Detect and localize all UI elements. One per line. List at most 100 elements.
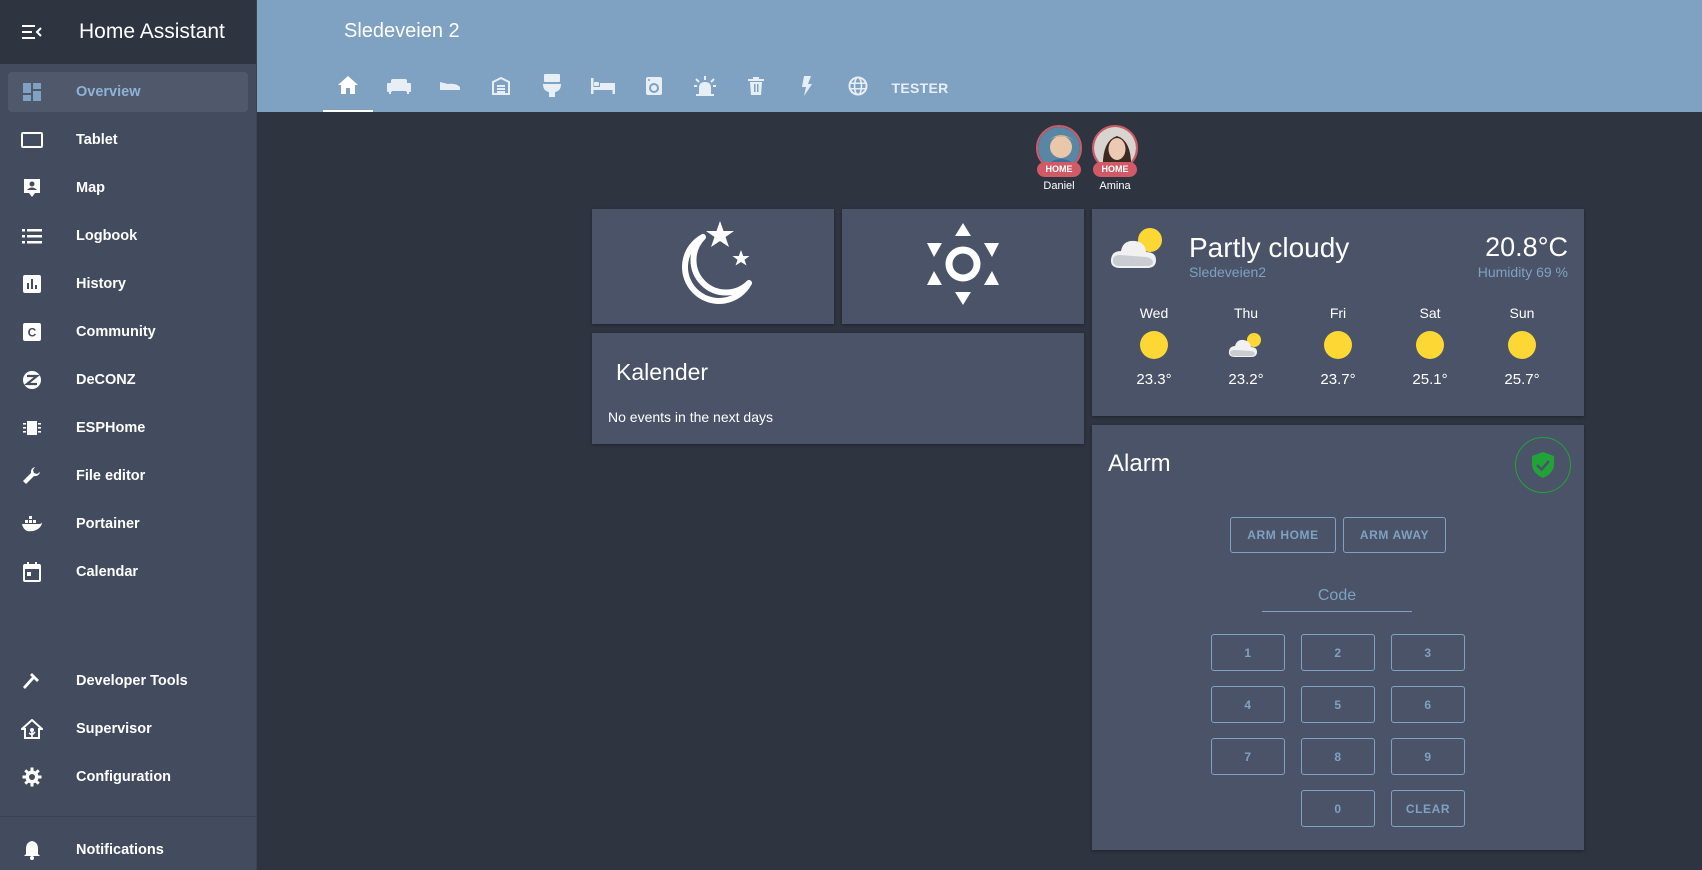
sidebar-item-community[interactable]: C Community [8, 312, 248, 352]
toilet-icon [542, 73, 562, 103]
sidebar-item-label: Map [76, 180, 105, 196]
docker-icon [8, 515, 56, 533]
tab-web[interactable] [833, 64, 883, 112]
sidebar-divider [0, 816, 256, 817]
status-badge: HOME [1037, 162, 1081, 177]
calendar-icon [8, 562, 56, 582]
shield-check-icon [1515, 437, 1571, 493]
keypad-key-7[interactable]: 7 [1211, 738, 1285, 775]
sidebar-item-supervisor[interactable]: Supervisor [8, 709, 248, 749]
keypad-key-1[interactable]: 1 [1211, 634, 1285, 671]
web-icon [848, 76, 868, 101]
keypad-key-5[interactable]: 5 [1301, 686, 1375, 723]
person-badge[interactable]: HOME Daniel [1034, 125, 1084, 192]
keypad-key-8[interactable]: 8 [1301, 738, 1375, 775]
alarm-panel-card: Alarm ARM HOME ARM AWAY Code 1 2 3 4 5 6… [1092, 425, 1584, 850]
tab-bed[interactable] [578, 64, 628, 112]
alpha-c-box-icon: C [8, 323, 56, 341]
keypad-key-2[interactable]: 2 [1301, 634, 1375, 671]
svg-text:C: C [28, 326, 37, 340]
sidebar-item-configuration[interactable]: Configuration [8, 757, 248, 797]
forecast-temp: 23.7° [1320, 371, 1356, 388]
menu-toggle-icon[interactable] [0, 0, 64, 64]
calendar-card: Kalender No events in the next days [592, 333, 1084, 444]
sunny-icon [1308, 327, 1368, 363]
sidebar-item-label: Calendar [76, 564, 139, 580]
keypad-key-6[interactable]: 6 [1391, 686, 1465, 723]
weather-night-icon [673, 221, 753, 312]
tab-shoe[interactable] [425, 64, 475, 112]
sidebar-item-file-editor[interactable]: File editor [8, 456, 248, 496]
sidebar-item-label: Developer Tools [76, 673, 188, 689]
sidebar-item-esphome[interactable]: ESPHome [8, 408, 248, 448]
format-list-bulleted-icon [8, 228, 56, 244]
sidebar: Home Assistant Overview Tablet Map Logbo… [0, 0, 257, 870]
forecast-day: Sun 25.7° [1492, 305, 1552, 388]
tablet-icon [8, 132, 56, 148]
cog-icon [8, 767, 56, 787]
forecast-day-label: Sun [1509, 305, 1535, 321]
sidebar-item-calendar[interactable]: Calendar [8, 552, 248, 592]
person-name: Daniel [1043, 180, 1075, 192]
sidebar-item-overview[interactable]: Overview [8, 72, 248, 112]
sidebar-item-tablet[interactable]: Tablet [8, 120, 248, 160]
view-title: Sledeveien 2 [344, 20, 460, 42]
tab-trash[interactable] [731, 64, 781, 112]
weather-location: Sledeveien2 [1189, 264, 1267, 280]
partly-cloudy-icon [1216, 327, 1276, 363]
tab-sofa[interactable] [374, 64, 424, 112]
calendar-empty-text: No events in the next days [608, 409, 773, 425]
sidebar-item-label: File editor [76, 468, 146, 484]
hammer-icon [8, 671, 56, 691]
sidebar-item-label: Overview [76, 84, 141, 100]
forecast-day-label: Sat [1419, 305, 1441, 321]
keypad-key-0[interactable]: 0 [1301, 790, 1375, 827]
tab-garage[interactable] [476, 64, 526, 112]
sidebar-item-deconz[interactable]: DeCONZ [8, 360, 248, 400]
code-input[interactable]: Code [1262, 580, 1412, 612]
sunny-icon [1124, 327, 1184, 363]
sidebar-header: Home Assistant [0, 0, 256, 64]
tab-washing-machine[interactable] [629, 64, 679, 112]
sidebar-item-portainer[interactable]: Portainer [8, 504, 248, 544]
sidebar-item-logbook[interactable]: Logbook [8, 216, 248, 256]
tab-alarm-light[interactable] [680, 64, 730, 112]
person-badge[interactable]: HOME Amina [1090, 125, 1140, 192]
shoe-icon [438, 79, 462, 97]
arm-away-button[interactable]: ARM AWAY [1343, 517, 1446, 553]
sidebar-item-label: Notifications [76, 842, 164, 858]
sidebar-item-notifications[interactable]: Notifications [8, 830, 248, 870]
weather-card[interactable]: Partly cloudy Sledeveien2 20.8°C Humidit… [1092, 209, 1584, 416]
home-icon [338, 75, 358, 99]
sidebar-item-label: Community [76, 324, 156, 340]
chip-icon [8, 418, 56, 438]
chart-box-icon [8, 275, 56, 293]
map-account-icon [8, 178, 56, 198]
sidebar-item-label: Portainer [76, 516, 140, 532]
brightness-icon [927, 223, 999, 310]
day-scene-button[interactable] [842, 209, 1084, 324]
arm-home-button[interactable]: ARM HOME [1230, 517, 1336, 553]
sidebar-item-developer-tools[interactable]: Developer Tools [8, 661, 248, 701]
zigbee-icon [8, 370, 56, 390]
partly-cloudy-icon [1110, 226, 1168, 275]
tab-toilet[interactable] [527, 64, 577, 112]
sidebar-item-label: DeCONZ [76, 372, 136, 388]
night-scene-button[interactable] [592, 209, 834, 324]
tab-home[interactable] [323, 64, 373, 112]
weather-temperature: 20.8°C [1485, 232, 1568, 262]
keypad-key-9[interactable]: 9 [1391, 738, 1465, 775]
forecast-day: Sat 25.1° [1400, 305, 1460, 388]
flash-icon [801, 75, 813, 101]
tab-power[interactable] [782, 64, 832, 112]
weather-condition: Partly cloudy [1189, 232, 1350, 263]
keypad-key-3[interactable]: 3 [1391, 634, 1465, 671]
sidebar-item-label: ESPHome [76, 420, 146, 436]
sidebar-item-map[interactable]: Map [8, 168, 248, 208]
tab-tester[interactable]: TESTER [885, 64, 955, 112]
app-title: Home Assistant [79, 20, 225, 43]
keypad-key-4[interactable]: 4 [1211, 686, 1285, 723]
sidebar-item-history[interactable]: History [8, 264, 248, 304]
alarm-title: Alarm [1108, 450, 1171, 477]
keypad-clear-button[interactable]: CLEAR [1391, 790, 1465, 827]
